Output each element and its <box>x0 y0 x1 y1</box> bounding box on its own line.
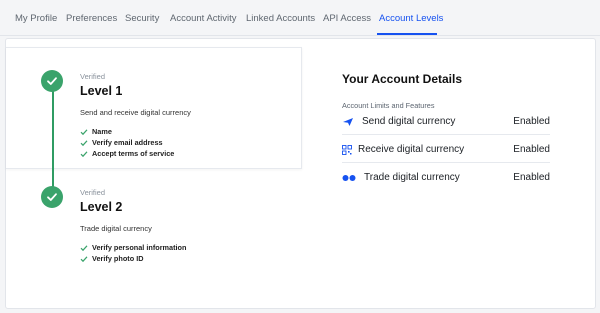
level-1-title: Level 1 <box>80 84 123 98</box>
account-levels-card: Verified Level 1 Send and receive digita… <box>5 38 596 309</box>
active-tab-indicator <box>377 33 437 35</box>
level-2-info: Verified Level 2 Trade digital currency … <box>80 188 186 264</box>
checkmark-icon <box>80 244 88 251</box>
level-1-status: Verified <box>80 72 106 81</box>
tab-my-profile[interactable]: My Profile <box>15 13 57 24</box>
feature-status: Enabled <box>513 144 550 155</box>
requirement-label: Verify email address <box>92 138 163 147</box>
level-1-description: Send and receive digital currency <box>80 108 191 117</box>
tab-api-access[interactable]: API Access <box>323 13 371 24</box>
level-1-check-icon <box>41 70 63 92</box>
trade-icon <box>342 175 356 181</box>
account-details-title: Your Account Details <box>342 72 463 86</box>
send-icon <box>343 118 353 126</box>
level-2-title: Level 2 <box>80 200 123 214</box>
level-2-status: Verified <box>80 188 106 197</box>
requirement-item: Name <box>80 126 191 137</box>
tab-account-activity[interactable]: Account Activity <box>170 13 237 24</box>
tab-linked-accounts[interactable]: Linked Accounts <box>246 13 315 24</box>
requirement-item: Verify email address <box>80 137 191 148</box>
feature-row-receive: Receive digital currency Enabled <box>342 137 550 163</box>
requirement-item: Accept terms of service <box>80 148 191 159</box>
requirement-item: Verify personal information <box>80 242 186 253</box>
qr-code-icon <box>342 145 352 155</box>
feature-row-send: Send digital currency Enabled <box>342 109 550 135</box>
feature-label: Receive digital currency <box>358 144 465 155</box>
tab-preferences[interactable]: Preferences <box>66 13 117 24</box>
feature-label: Trade digital currency <box>364 172 460 183</box>
level-2-description: Trade digital currency <box>80 224 152 233</box>
feature-label: Send digital currency <box>362 116 456 127</box>
level-connector-line <box>51 82 54 197</box>
level-2-check-icon <box>41 186 63 208</box>
level-2-requirements: Verify personal information Verify photo… <box>80 242 186 264</box>
requirement-label: Verify photo ID <box>92 254 144 263</box>
level-1-requirements: Name Verify email address Accept terms o… <box>80 126 191 159</box>
checkmark-icon <box>80 139 88 146</box>
feature-row-trade: Trade digital currency Enabled <box>342 165 550 191</box>
feature-status: Enabled <box>513 172 550 183</box>
settings-tabs: My Profile Preferences Security Account … <box>0 0 600 36</box>
requirement-item: Verify photo ID <box>80 253 186 264</box>
tab-account-levels[interactable]: Account Levels <box>379 13 443 24</box>
requirement-label: Verify personal information <box>92 243 187 252</box>
checkmark-icon <box>80 255 88 262</box>
tab-security[interactable]: Security <box>125 13 159 24</box>
checkmark-icon <box>80 150 88 157</box>
level-1-info: Verified Level 1 Send and receive digita… <box>80 72 191 159</box>
requirement-label: Name <box>92 127 112 136</box>
account-details-section: Your Account Details Account Limits and … <box>342 72 562 183</box>
requirement-label: Accept terms of service <box>92 149 175 158</box>
feature-status: Enabled <box>513 116 550 127</box>
checkmark-icon <box>80 128 88 135</box>
